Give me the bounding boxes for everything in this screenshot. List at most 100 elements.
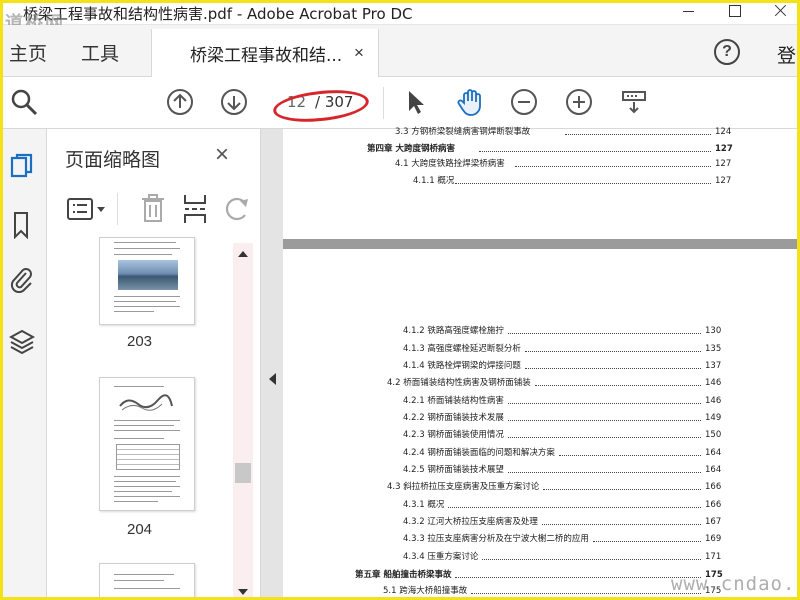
tab-home[interactable]: 主页: [9, 39, 47, 66]
scroll-mode-icon[interactable]: [619, 87, 649, 117]
page-down-icon[interactable]: [219, 87, 249, 117]
toc-page-number: 167: [705, 517, 722, 527]
toc-page-number: 166: [705, 500, 722, 510]
toc-entry[interactable]: 4.2.3 钢桥面铺装使用情况: [403, 429, 504, 441]
select-cursor-icon[interactable]: [401, 87, 431, 117]
toc-leader: [508, 430, 701, 438]
thumbnails-panel: 页面缩略图 × 203 204: [47, 129, 261, 597]
toc-leader: [535, 378, 701, 386]
toc-entry: 3.3 方钢桥梁裂缝病害钢焊断裂事故: [395, 127, 531, 137]
maximize-button[interactable]: [727, 3, 743, 19]
thumbnail-list: 203 204: [63, 237, 253, 597]
panel-close-icon[interactable]: ×: [215, 141, 229, 169]
toc-entry[interactable]: 4.2.2 钢桥面铺装技术发展: [403, 412, 504, 424]
layers-icon[interactable]: [8, 327, 36, 355]
toc-page-number: 164: [705, 448, 722, 458]
toolbar-divider: [383, 87, 384, 119]
toc-page-number: 149: [705, 413, 722, 423]
sign-in-link[interactable]: 登: [777, 41, 796, 68]
toc-entry[interactable]: 4.3.3 拉压支座病害分析及在宁波大榭二桥的应用: [403, 533, 589, 545]
thumbnail-label: 203: [127, 333, 153, 350]
scroll-up-arrow[interactable]: [238, 251, 248, 257]
thumbnail-scrollbar[interactable]: [233, 243, 253, 597]
page-up-icon[interactable]: [165, 87, 195, 117]
toc-entry[interactable]: 4.3.2 辽河大桥拉压支座病害及处理: [403, 516, 538, 528]
minimize-button[interactable]: [681, 3, 697, 19]
toc-leader: [508, 326, 701, 334]
rotate-icon[interactable]: [223, 193, 253, 230]
thumbnail-page[interactable]: [99, 377, 195, 511]
thumbnail-photo: [118, 260, 178, 290]
panel-divider: [117, 193, 118, 225]
toc-leader: [525, 344, 701, 352]
toc-entry: 4.1 大跨度铁路拴焊梁桥病害: [395, 159, 505, 169]
toc-entry[interactable]: 第五章 船舶撞击桥梁事故: [355, 569, 451, 581]
toc-entry: 第四章 大跨度钢桥病害: [367, 144, 455, 154]
toc-leader: [565, 127, 711, 135]
thumbnail-table: [116, 444, 180, 470]
toc-entry[interactable]: 4.2 桥面铺装结构性病害及钢桥面铺装: [387, 377, 531, 389]
toc-page-number: 137: [705, 361, 722, 371]
collapse-arrow-icon[interactable]: [269, 373, 276, 385]
toc-leader: [559, 448, 701, 456]
app-window: 桥梁工程事故和结构性病害.pdf - Adobe Acrobat Pro DC …: [0, 0, 800, 600]
toc-entry[interactable]: 4.2.1 桥面铺装结构性病害: [403, 395, 504, 407]
toc-page-number: 135: [705, 344, 722, 354]
help-icon[interactable]: ?: [714, 39, 740, 65]
toc-page-number: 166: [705, 482, 722, 492]
toc-entry[interactable]: 4.3 斜拉桥拉压支座病害及压重方案讨论: [387, 481, 539, 493]
scroll-thumb[interactable]: [235, 463, 251, 483]
toc-entry[interactable]: 5.1 跨海大桥船撞事故: [383, 585, 467, 597]
title-bar: 桥梁工程事故和结构性病害.pdf - Adobe Acrobat Pro DC …: [3, 3, 797, 34]
trash-icon[interactable]: [139, 193, 167, 230]
thumbnail-page[interactable]: [99, 563, 195, 597]
toc-page-number: 171: [705, 552, 722, 562]
toc-entry[interactable]: 4.2.4 钢桥面铺装面临的问题和解决方案: [403, 447, 555, 459]
toc-leader: [508, 396, 701, 404]
toc-page-number: 127: [715, 159, 732, 169]
toc-page-number: 146: [705, 396, 722, 406]
window-title: 桥梁工程事故和结构性病害.pdf - Adobe Acrobat Pro DC: [23, 5, 413, 23]
options-menu-icon[interactable]: [65, 195, 111, 230]
panel-toolbar: [47, 191, 261, 231]
search-icon[interactable]: [9, 87, 39, 117]
toc-entry[interactable]: 4.3.1 概况: [403, 499, 444, 511]
toc-page-number: 127: [715, 144, 733, 154]
zoom-in-icon[interactable]: [564, 87, 594, 117]
tab-close-icon[interactable]: ×: [354, 43, 364, 63]
panel-title: 页面缩略图: [65, 149, 161, 171]
site-watermark: www.cndao.com: [671, 573, 797, 595]
tab-document[interactable]: 桥梁工程事故和结... ×: [151, 29, 379, 77]
zoom-out-icon[interactable]: [509, 87, 539, 117]
tab-tools[interactable]: 工具: [81, 39, 119, 66]
bookmark-icon[interactable]: [9, 211, 35, 240]
page-thumbnails-icon[interactable]: [9, 153, 35, 181]
thumbnail-page[interactable]: [99, 237, 195, 325]
toc-leader: [471, 586, 701, 594]
toc-entry[interactable]: 4.1.2 铁路高强度螺栓施拧: [403, 325, 504, 337]
close-window-button[interactable]: [773, 3, 789, 19]
toc-entry[interactable]: 4.1.3 高强度螺栓延迟断裂分析: [403, 343, 521, 355]
toc-page-number: 130: [705, 326, 722, 336]
toc-entry[interactable]: 4.2.5 钢桥面铺装技术展望: [403, 464, 504, 476]
scroll-down-arrow[interactable]: [238, 589, 248, 595]
toc-leader: [525, 361, 701, 369]
toc-leader: [479, 144, 711, 152]
toc-leader: [455, 570, 701, 578]
toc-leader: [542, 517, 701, 525]
panel-collapse-strip[interactable]: [261, 129, 283, 597]
thumbnail-figure: [118, 392, 174, 414]
left-nav-rail: [3, 129, 47, 597]
toc-page-number: 146: [705, 378, 722, 388]
document-view: 3.3 方钢桥梁裂缝病害钢焊断裂事故 124 第四章 大跨度钢桥病害 127 4…: [283, 127, 797, 597]
toc-entry[interactable]: 4.3.4 压重方案讨论: [403, 551, 478, 563]
page-separator: [283, 239, 797, 249]
attachment-icon[interactable]: [9, 265, 35, 294]
insert-page-icon[interactable]: [181, 193, 209, 230]
toc-entry[interactable]: 4.1.4 铁路栓焊钢梁的焊接问题: [403, 360, 521, 372]
toolbar: 12 / 307: [3, 77, 797, 129]
toc-leader: [543, 482, 701, 490]
toc-leader: [455, 176, 711, 184]
toc-leader: [508, 465, 701, 473]
hand-icon[interactable]: [455, 87, 485, 117]
